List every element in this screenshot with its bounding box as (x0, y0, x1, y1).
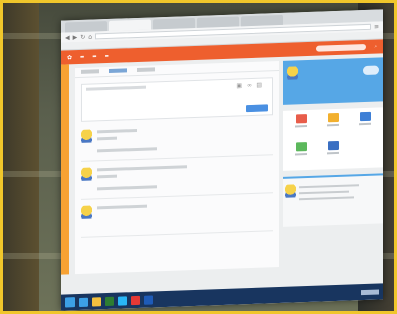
scissors-icon (359, 111, 371, 122)
menu-icon[interactable]: ≡ (374, 23, 379, 30)
text-icon (295, 142, 307, 152)
photo-frame: ◀ ▶ ↻ ⌂ ≡ ✿ ▬ ▬ ▬ ⌕ ▣ ∞ ▤ (0, 0, 397, 314)
feed-panel: ▣ ∞ ▤ (75, 61, 279, 275)
minion-avatar[interactable] (81, 205, 92, 219)
system-tray-clock[interactable] (361, 289, 379, 295)
store-icon[interactable] (105, 296, 114, 306)
widget-label (295, 125, 307, 128)
home-icon[interactable]: ⌂ (88, 33, 92, 40)
left-accent-strip (61, 64, 69, 275)
minion-avatar[interactable] (81, 129, 92, 143)
feed-post (81, 159, 273, 200)
notice-text-line (299, 190, 349, 195)
word-icon[interactable] (144, 294, 153, 305)
profile-card (283, 57, 383, 105)
widget-image[interactable] (287, 114, 315, 139)
windows-taskbar (61, 283, 383, 311)
forward-icon[interactable]: ▶ (73, 34, 78, 41)
post-button[interactable] (246, 104, 268, 113)
widget-document[interactable] (319, 140, 347, 166)
back-icon[interactable]: ◀ (65, 34, 70, 41)
image-icon[interactable]: ▣ (236, 82, 242, 89)
app-logo-icon[interactable]: ✿ (67, 54, 72, 61)
projected-screen: ◀ ▶ ↻ ⌂ ≡ ✿ ▬ ▬ ▬ ⌕ ▣ ∞ ▤ (61, 9, 383, 311)
page-content: ▣ ∞ ▤ (61, 53, 383, 275)
widget-label (295, 153, 307, 156)
chat-icon[interactable] (118, 295, 127, 306)
feed-tab-active[interactable] (109, 68, 127, 73)
post-meta-line (97, 147, 157, 153)
post-text-line (97, 128, 137, 134)
widget-text[interactable] (287, 142, 315, 167)
ie-icon[interactable] (79, 297, 88, 307)
browser-tab[interactable] (65, 21, 107, 33)
post-text-line (97, 165, 187, 172)
widget-label (327, 151, 339, 155)
post-meta-line (97, 185, 157, 191)
feed-tab[interactable] (81, 69, 99, 74)
browser-tab-active[interactable] (109, 19, 151, 31)
document-icon (327, 140, 339, 151)
browser-tab[interactable] (153, 17, 195, 30)
file-icon[interactable]: ▤ (256, 82, 262, 89)
refresh-icon[interactable]: ↻ (80, 33, 85, 40)
minion-avatar[interactable] (287, 66, 298, 80)
windows-start-icon[interactable] (65, 297, 75, 308)
feed-post (81, 197, 273, 238)
minion-avatar[interactable] (285, 184, 296, 198)
folder-icon[interactable] (92, 296, 101, 307)
feed-tabs (75, 61, 279, 79)
app-search-input[interactable] (316, 43, 367, 52)
right-sidebar (283, 57, 383, 266)
left-door-frame (3, 3, 39, 311)
widget-scissors[interactable] (351, 111, 379, 137)
notice-text-line (299, 196, 354, 201)
feed-post (81, 121, 273, 162)
app-nav-item[interactable]: ▬ (80, 54, 84, 59)
app-nav-item[interactable]: ▬ (92, 54, 96, 59)
folder-icon (327, 112, 339, 123)
notification-panel (283, 173, 383, 227)
app-nav-item[interactable]: ▬ (105, 53, 109, 58)
browser-tab[interactable] (197, 16, 239, 28)
app-widget-grid (283, 107, 383, 171)
post-composer[interactable]: ▣ ∞ ▤ (81, 77, 273, 122)
widget-label (359, 122, 371, 126)
widget-label (327, 123, 339, 127)
search-icon[interactable]: ⌕ (374, 44, 377, 50)
widget-folder[interactable] (319, 112, 347, 138)
cloud-icon (363, 65, 379, 76)
minion-avatar[interactable] (81, 167, 92, 181)
post-text-line (97, 174, 117, 179)
post-text-line (97, 136, 117, 141)
composer-placeholder (86, 85, 146, 91)
feed-tab[interactable] (137, 67, 155, 72)
browser-icon[interactable] (131, 295, 140, 305)
image-icon (295, 114, 307, 124)
browser-tab[interactable] (241, 14, 283, 27)
post-text-line (97, 204, 147, 210)
notice-text-line (299, 184, 359, 189)
link-icon[interactable]: ∞ (247, 82, 252, 89)
